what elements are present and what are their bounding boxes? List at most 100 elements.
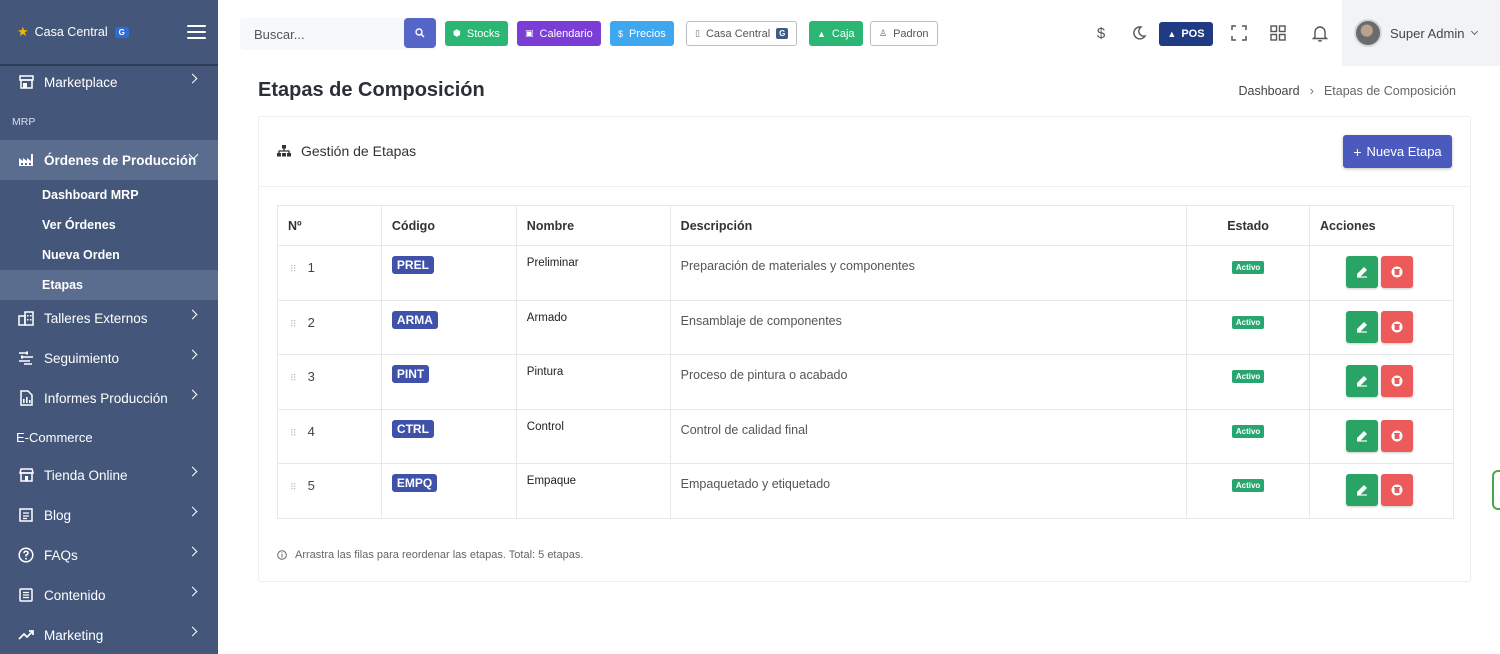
branch-name[interactable]: Casa Central	[35, 25, 108, 39]
edit-button[interactable]	[1346, 474, 1378, 506]
column-header-estado: Estado	[1186, 205, 1311, 246]
drag-handle-icon[interactable]: ⠿	[290, 264, 297, 274]
row-number: 1	[307, 260, 315, 275]
question-circle-icon	[17, 546, 35, 564]
code-badge: ARMA	[391, 310, 438, 329]
cell-descripcion: Ensamblaje de componentes	[669, 299, 1188, 355]
sidebar-subitem-nueva-orden[interactable]: Nueva Orden	[0, 240, 218, 270]
sidebar-item-blog[interactable]: Blog	[0, 495, 218, 535]
sidebar-item-talleres-externos[interactable]: Talleres Externos	[0, 298, 218, 338]
pos-button[interactable]: ▲ POS	[1159, 22, 1213, 46]
card-title: Gestión de Etapas	[277, 143, 416, 159]
status-badge: Activo	[1231, 479, 1265, 492]
pos-icon: ▲	[1167, 29, 1177, 39]
column-header-codigo: Código	[380, 205, 517, 246]
sidebar-item-contenido[interactable]: Contenido	[0, 575, 218, 615]
sidebar-item-faqs[interactable]: FAQs	[0, 535, 218, 575]
column-header-acciones: Acciones	[1309, 205, 1454, 246]
floating-widget-tab[interactable]	[1492, 470, 1500, 510]
sidebar-item-marketplace[interactable]: Marketplace	[0, 62, 218, 102]
topbar: Buscar... ⬢ Stocks ▣ Calendario $ Precio…	[218, 0, 1500, 66]
sidebar-item-informes-produccion[interactable]: Informes Producción	[0, 378, 218, 418]
cell-acciones	[1309, 299, 1454, 355]
column-header-num: Nº	[277, 205, 382, 246]
chevron-down-icon	[1471, 27, 1479, 36]
casa-central-button[interactable]: ▯ Casa Central G	[686, 21, 798, 46]
chevron-right-icon: ›	[1309, 83, 1314, 98]
sidebar-subitem-ver-ordenes[interactable]: Ver Órdenes	[0, 210, 218, 240]
table-row[interactable]: ⠿ 3 PINT Pintura Proceso de pintura o acabad…	[277, 354, 1454, 410]
sidebar-item-seguimiento[interactable]: Seguimiento	[0, 338, 218, 378]
padron-button[interactable]: ♙ Padron	[870, 21, 938, 46]
delete-button[interactable]	[1381, 474, 1413, 506]
status-badge: Activo	[1231, 370, 1265, 383]
nueva-etapa-button[interactable]: + Nueva Etapa	[1343, 135, 1452, 168]
apps-grid-icon[interactable]	[1268, 23, 1288, 43]
chevron-right-icon	[187, 309, 198, 320]
table-row[interactable]: ⠿ 1 PREL Preliminar Preparación de materiale…	[277, 245, 1454, 301]
cell-codigo: ARMA	[380, 299, 517, 355]
drag-handle-icon[interactable]: ⠿	[290, 319, 297, 329]
table-row[interactable]: ⠿ 5 EMPQ Empaque Empaquetado y etiquetado Act…	[277, 463, 1454, 519]
row-number: 2	[307, 314, 315, 330]
edit-button[interactable]	[1346, 256, 1378, 288]
hamburger-menu-icon[interactable]	[187, 25, 206, 39]
calendario-button[interactable]: ▣ Calendario	[517, 21, 601, 46]
caja-button[interactable]: ▲ Caja	[809, 21, 863, 46]
sidebar-subitem-etapas[interactable]: Etapas	[0, 270, 218, 300]
sidebar-subitem-dashboard-mrp[interactable]: Dashboard MRP	[0, 180, 218, 210]
moon-icon[interactable]	[1129, 23, 1149, 43]
trash-icon	[1391, 266, 1403, 278]
cell-descripcion: Preparación de materiales y componentes	[669, 245, 1188, 301]
precios-button[interactable]: $ Precios	[610, 21, 674, 46]
sidebar-item-marketing[interactable]: Marketing	[0, 615, 218, 654]
caja-label: Caja	[831, 27, 855, 40]
user-menu[interactable]: Super Admin	[1342, 0, 1500, 66]
delete-button[interactable]	[1381, 310, 1413, 343]
cell-num: ⠿ 1	[277, 245, 382, 301]
code-badge: PREL	[391, 256, 434, 274]
etapas-table: Nº Código Nombre Descripción Estado Acci…	[277, 205, 1454, 519]
breadcrumb-home[interactable]: Dashboard	[1238, 84, 1299, 98]
trash-icon	[1391, 375, 1403, 387]
table-row[interactable]: ⠿ 4 CTRL Control Control de calidad final Act…	[277, 408, 1454, 464]
drag-handle-icon[interactable]: ⠿	[290, 373, 297, 383]
code-badge: EMPQ	[391, 474, 438, 492]
delete-button[interactable]	[1381, 365, 1413, 397]
cash-register-icon: ▲	[817, 28, 826, 39]
delete-button[interactable]	[1381, 256, 1413, 288]
drag-handle-icon[interactable]: ⠿	[290, 428, 297, 438]
code-badge: CTRL	[391, 419, 434, 438]
store-icon	[17, 73, 35, 91]
fullscreen-icon[interactable]	[1229, 23, 1249, 43]
table-row[interactable]: ⠿ 2 ARMA Armado Ensamblaje de componentes Act…	[277, 299, 1454, 355]
pos-label: POS	[1181, 28, 1205, 40]
trash-icon	[1391, 484, 1403, 496]
chevron-right-icon	[187, 466, 198, 477]
edit-button[interactable]	[1346, 310, 1378, 343]
row-number: 5	[307, 478, 315, 493]
cell-descripcion: Proceso de pintura o acabado	[669, 354, 1188, 410]
sidebar-item-label: FAQs	[44, 547, 78, 563]
cell-descripcion: Empaquetado y etiquetado	[669, 463, 1188, 519]
sidebar-item-tienda-online[interactable]: Tienda Online	[0, 455, 218, 495]
user-name: Super Admin	[1390, 25, 1465, 41]
search-button[interactable]	[404, 18, 436, 48]
currency-icon[interactable]: $	[1091, 23, 1111, 43]
trending-up-icon	[17, 626, 35, 644]
card-title-text: Gestión de Etapas	[301, 143, 417, 159]
dollar-icon: $	[618, 28, 624, 39]
table-footer-note: Arrastra las filas para reordenar las et…	[277, 549, 583, 561]
etapas-card: Gestión de Etapas + Nueva Etapa Nº Códig…	[258, 116, 1471, 582]
bell-icon[interactable]	[1310, 23, 1330, 43]
edit-button[interactable]	[1346, 419, 1378, 452]
stocks-button[interactable]: ⬢ Stocks	[445, 21, 508, 46]
sidebar: ★ Casa Central G Marketplace MRP Órdenes…	[0, 0, 218, 654]
delete-button[interactable]	[1381, 419, 1413, 452]
drag-handle-icon[interactable]: ⠿	[290, 482, 297, 492]
edit-button[interactable]	[1346, 365, 1378, 397]
cell-num: ⠿ 4	[277, 408, 382, 464]
chevron-right-icon	[187, 626, 198, 637]
edit-icon	[1357, 376, 1367, 387]
sidebar-item-ordenes-produccion[interactable]: Órdenes de Producción	[0, 140, 218, 180]
